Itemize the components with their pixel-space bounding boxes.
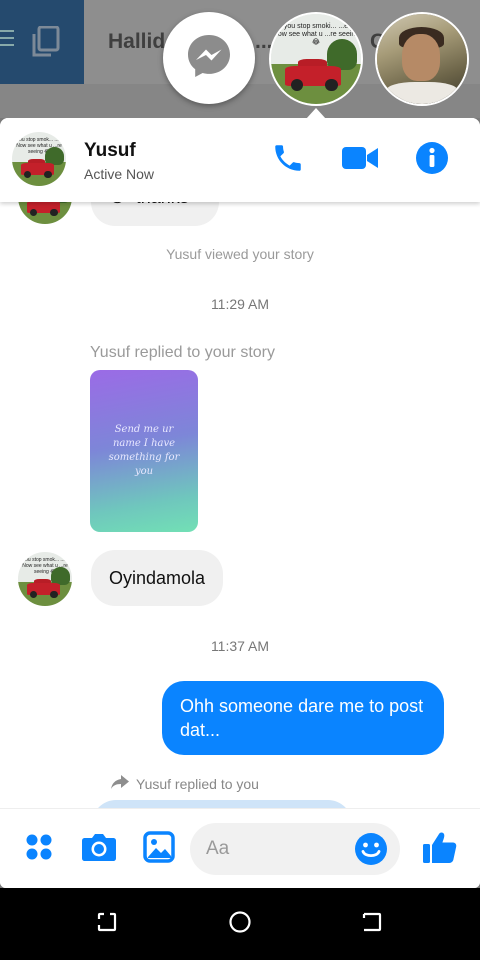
background-app-title: Hallid <box>108 30 166 53</box>
message-composer <box>0 808 480 888</box>
camera-icon <box>81 832 117 867</box>
like-button[interactable] <box>422 831 458 867</box>
sender-avatar[interactable]: ...you stop smok... ...ed. Now see what … <box>18 552 72 606</box>
info-button[interactable] <box>414 141 450 180</box>
story-view-notice: Yusuf viewed your story <box>166 246 314 262</box>
active-status: Active Now <box>84 166 155 182</box>
back-button[interactable] <box>358 910 386 938</box>
story-reply-label: Yusuf replied to your story <box>90 344 275 361</box>
recents-icon <box>96 911 118 938</box>
message-thread[interactable]: 😁 thanks Yusuf viewed your story 11:29 A… <box>0 202 480 808</box>
messenger-chat-head[interactable] <box>163 12 255 104</box>
message-text: Ohh someone dare me to post dat... <box>180 696 424 740</box>
gallery-button[interactable] <box>141 830 177 868</box>
phone-icon <box>271 141 305 180</box>
emoji-button[interactable] <box>354 832 388 866</box>
message-input[interactable] <box>206 823 356 875</box>
contact-avatar-car: ...you stop smoki... ...ed. Now see what… <box>271 14 361 104</box>
video-call-button[interactable] <box>342 142 378 178</box>
message-input-container[interactable] <box>190 823 400 875</box>
smiley-icon <box>354 833 388 870</box>
reply-indicator: Yusuf replied to you <box>110 774 259 793</box>
video-camera-icon <box>341 145 379 176</box>
chat-panel: ...you stop smok... ...ed. Now see what … <box>0 118 480 888</box>
home-button[interactable] <box>226 910 254 938</box>
sender-avatar[interactable] <box>18 202 72 224</box>
system-navigation-bar <box>0 888 480 960</box>
background-copy-icon <box>30 25 60 63</box>
reply-arrow-icon <box>110 774 130 793</box>
header-avatar[interactable]: ...you stop smok... ...ed. Now see what … <box>12 132 66 186</box>
timestamp: 11:37 AM <box>210 638 270 654</box>
contact-avatar-person <box>377 14 467 104</box>
call-button[interactable] <box>270 142 306 178</box>
replied-message-preview[interactable] <box>92 800 352 808</box>
timestamp: 11:29 AM <box>210 296 270 312</box>
incoming-message-bubble[interactable]: 😁 thanks <box>91 202 219 226</box>
home-circle-icon <box>228 910 252 939</box>
story-text: Send me ur name I have something for you <box>108 424 180 477</box>
chat-head-contact-yusuf[interactable]: ...you stop smoki... ...ed. Now see what… <box>269 12 363 106</box>
info-icon <box>415 141 449 180</box>
recents-button[interactable] <box>93 910 121 938</box>
image-icon <box>143 830 175 868</box>
grin-emoji-icon: 😁 <box>109 202 126 207</box>
back-icon <box>361 911 383 938</box>
four-dots-icon <box>24 832 54 867</box>
message-text: thanks <box>136 202 189 208</box>
message-text: Oyindamola <box>109 567 206 588</box>
incoming-message-bubble[interactable]: Oyindamola <box>91 550 224 606</box>
apps-button[interactable] <box>21 831 57 867</box>
chat-head-contact-photo[interactable] <box>375 12 469 106</box>
background-menu-icon <box>0 30 14 50</box>
camera-button[interactable] <box>81 831 117 867</box>
outgoing-message-bubble[interactable]: Ohh someone dare me to post dat... <box>162 681 444 755</box>
story-preview[interactable]: Send me ur name I have something for you <box>90 370 198 532</box>
chat-header: ...you stop smok... ...ed. Now see what … <box>0 118 480 202</box>
reply-note-text: Yusuf replied to you <box>136 775 259 792</box>
messenger-icon <box>184 31 234 86</box>
contact-name[interactable]: Yusuf <box>84 140 136 162</box>
thumbs-up-icon <box>422 829 458 870</box>
